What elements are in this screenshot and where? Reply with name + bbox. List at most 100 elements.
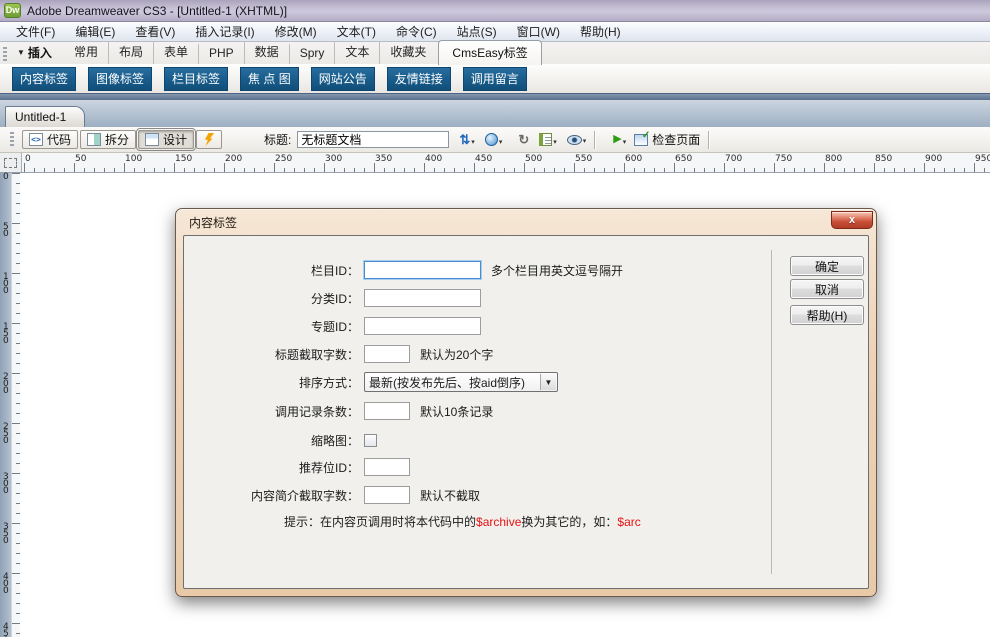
close-button[interactable]: x	[831, 211, 873, 229]
tab-forms[interactable]: 表单	[153, 41, 198, 64]
menu-window[interactable]: 窗口(W)	[507, 21, 570, 42]
ruler-label: 0	[25, 154, 31, 164]
insert-bar-tabs: ▼ 插入 常用 布局 表单 PHP 数据 Spry 文本 收藏夹 CmsEasy…	[0, 42, 990, 64]
ok-button[interactable]: 确定	[790, 256, 864, 276]
view-options-icon	[539, 133, 552, 146]
chevron-down-icon: ▾	[583, 137, 587, 145]
ruler-label: 450	[475, 154, 492, 164]
tab-layout[interactable]: 布局	[108, 41, 153, 64]
ruler-label: 4 5 0	[3, 624, 9, 637]
chevron-down-icon: ▾	[499, 138, 503, 146]
chevron-down-icon: ▾	[471, 138, 475, 146]
focus-image-button[interactable]: 焦 点 图	[240, 67, 299, 91]
file-transfer-icon: ⇅	[459, 133, 470, 146]
column-id-input[interactable]	[364, 261, 481, 279]
tab-php[interactable]: PHP	[198, 44, 244, 64]
record-count-input[interactable]	[364, 402, 410, 420]
friend-links-button[interactable]: 友情链接	[387, 67, 451, 91]
summary-length-hint: 默认不截取	[420, 487, 480, 504]
chevron-down-icon: ▾	[623, 138, 627, 146]
form-row: 排序方式： 最新(按发布先后、按aid倒序) ▼	[184, 372, 558, 392]
menu-text[interactable]: 文本(T)	[327, 21, 386, 42]
form-row: 缩略图：	[184, 430, 377, 450]
tab-text[interactable]: 文本	[334, 41, 379, 64]
ruler-label: 1 0 0	[3, 274, 9, 295]
window-title: Adobe Dreamweaver CS3 - [Untitled-1 (XHT…	[27, 4, 287, 18]
tab-cmseasy-active[interactable]: CmsEasy标签	[438, 40, 541, 65]
ruler-label: 950	[975, 154, 990, 164]
category-tag-button[interactable]: 栏目标签	[164, 67, 228, 91]
toolbar-separator	[708, 131, 709, 149]
image-tag-button[interactable]: 图像标签	[88, 67, 152, 91]
vertical-ruler[interactable]: 05 01 0 01 5 02 0 02 5 03 0 03 5 04 0 04…	[0, 173, 20, 637]
record-count-hint: 默认10条记录	[420, 403, 493, 420]
menu-edit[interactable]: 编辑(E)	[65, 21, 125, 42]
category-id-input[interactable]	[364, 289, 481, 307]
check-page-button[interactable]: 检查页面	[634, 131, 700, 148]
tab-data[interactable]: 数据	[244, 41, 289, 64]
tab-common[interactable]: 常用	[64, 41, 108, 64]
menu-modify[interactable]: 修改(M)	[265, 21, 327, 42]
tab-spry[interactable]: Spry	[289, 44, 335, 64]
ruler-label: 5 0	[3, 224, 9, 238]
document-tab[interactable]: Untitled-1	[5, 106, 85, 127]
topic-id-input[interactable]	[364, 317, 481, 335]
menu-view[interactable]: 查看(V)	[125, 21, 185, 42]
split-view-button[interactable]: 拆分	[80, 130, 136, 149]
dialog-tip: 提示：在内容页调用时将本代码中的$archive换为其它的，如：$arc	[284, 513, 641, 530]
recommend-id-input[interactable]	[364, 458, 410, 476]
file-management-button[interactable]: ⇅ ▾	[459, 133, 474, 146]
ruler-label: 500	[525, 154, 542, 164]
design-view-button[interactable]: 设计	[138, 130, 194, 149]
drag-grip-icon[interactable]	[3, 47, 7, 61]
menu-commands[interactable]: 命令(C)	[386, 21, 447, 42]
view-options-button[interactable]: ▾	[539, 133, 557, 146]
ruler-label: 4 0 0	[3, 574, 9, 595]
form-row: 栏目ID： 多个栏目用英文逗号隔开	[184, 260, 623, 280]
live-data-button[interactable]	[196, 130, 222, 149]
guestbook-button[interactable]: 调用留言	[463, 67, 527, 91]
help-button[interactable]: 帮助(H)	[790, 305, 864, 325]
ruler-label: 3 5 0	[3, 524, 9, 545]
tip-code-archive: $archive	[476, 515, 521, 529]
menu-file[interactable]: 文件(F)	[6, 21, 65, 42]
ruler-corner[interactable]	[0, 153, 22, 172]
refresh-button[interactable]: ↻	[518, 133, 529, 146]
tip-text: 换为其它的，如：	[521, 515, 617, 529]
insert-bar-buttons: 内容标签 图像标签 栏目标签 焦 点 图 网站公告 友情链接 调用留言	[0, 64, 990, 93]
recommend-id-label: 推荐位ID：	[184, 459, 359, 476]
code-navigation-button[interactable]: ▶ ▾	[613, 133, 626, 146]
title-field-label: 标题:	[264, 131, 291, 148]
sort-order-select[interactable]: 最新(按发布先后、按aid倒序) ▼	[364, 372, 558, 392]
ruler-label: 2 0 0	[3, 374, 9, 395]
record-count-label: 调用记录条数：	[184, 403, 359, 420]
drag-grip-icon[interactable]	[10, 132, 14, 148]
insert-bar-menu[interactable]: ▼ 插入	[17, 44, 52, 61]
code-view-button[interactable]: 代码	[22, 130, 78, 149]
visual-aids-button[interactable]: ▾	[567, 135, 587, 145]
thumbnail-checkbox[interactable]	[364, 434, 377, 447]
menu-insert[interactable]: 插入记录(I)	[185, 21, 264, 42]
content-tag-button[interactable]: 内容标签	[12, 67, 76, 91]
ruler-label: 1 5 0	[3, 324, 9, 345]
dialog-separator	[771, 250, 772, 574]
summary-length-input[interactable]	[364, 486, 410, 504]
preview-browser-button[interactable]: ▾	[485, 133, 503, 146]
thumbnail-label: 缩略图：	[184, 432, 359, 449]
ruler-label: 650	[675, 154, 692, 164]
menu-site[interactable]: 站点(S)	[447, 21, 507, 42]
title-bar: Dw Adobe Dreamweaver CS3 - [Untitled-1 (…	[0, 0, 990, 22]
menu-bar: 文件(F) 编辑(E) 查看(V) 插入记录(I) 修改(M) 文本(T) 命令…	[0, 22, 990, 42]
ruler-label: 600	[625, 154, 642, 164]
site-notice-button[interactable]: 网站公告	[311, 67, 375, 91]
ruler-label: 700	[725, 154, 742, 164]
menu-help[interactable]: 帮助(H)	[570, 21, 631, 42]
tab-favorites[interactable]: 收藏夹	[379, 41, 436, 64]
check-page-icon	[634, 134, 648, 146]
cancel-button[interactable]: 取消	[790, 279, 864, 299]
title-length-input[interactable]	[364, 345, 410, 363]
app-icon: Dw	[4, 3, 21, 18]
horizontal-ruler[interactable]: 0501001502002503003504004505005506006507…	[0, 153, 990, 173]
document-title-input[interactable]	[297, 131, 449, 148]
toolbar-separator	[594, 131, 595, 149]
